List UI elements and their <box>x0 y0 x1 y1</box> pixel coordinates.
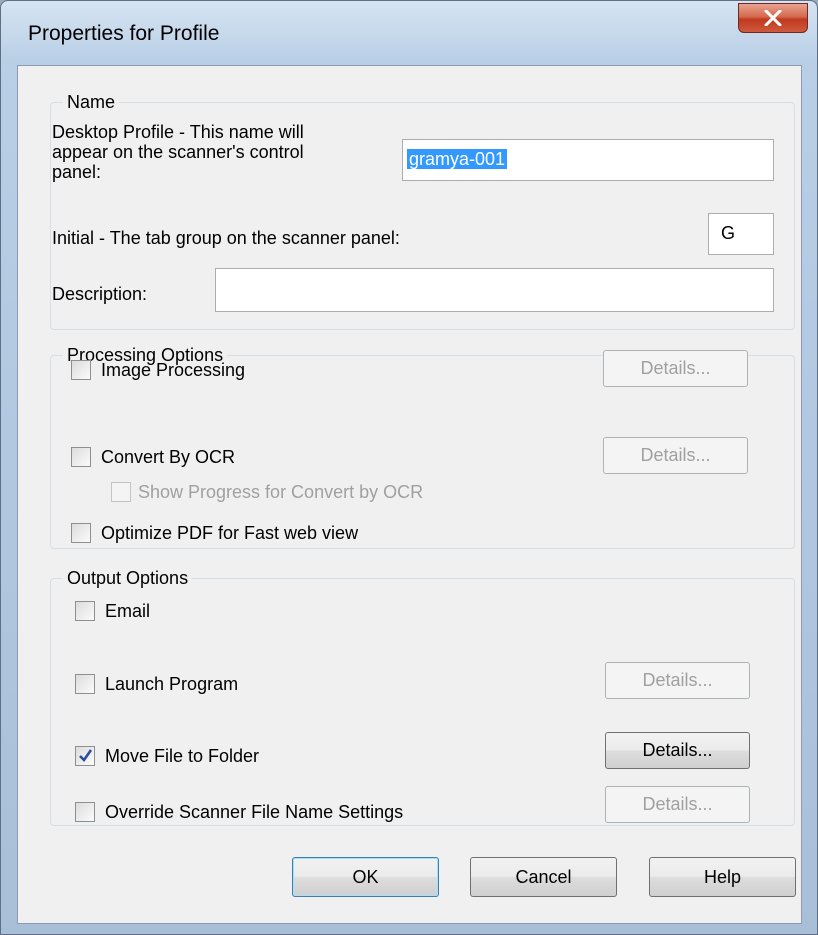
move-file-details-button[interactable]: Details... <box>605 732 750 769</box>
name-group-legend: Name <box>63 92 120 112</box>
initial-input[interactable]: G <box>708 213 774 255</box>
description-input[interactable] <box>215 268 774 312</box>
optimize-pdf-label: Optimize PDF for Fast web view <box>101 523 359 543</box>
checkmark-icon <box>79 749 93 763</box>
ok-button[interactable]: OK <box>292 857 439 897</box>
cancel-button[interactable]: Cancel <box>470 857 617 897</box>
desktop-profile-input[interactable]: gramya-001 <box>402 139 774 181</box>
optimize-pdf-checkbox[interactable] <box>71 523 91 543</box>
show-progress-label: Show Progress for Convert by OCR <box>138 482 424 502</box>
initial-label: Initial - The tab group on the scanner p… <box>52 228 400 248</box>
launch-program-details-button[interactable]: Details... <box>605 662 750 699</box>
window-title: Properties for Profile <box>28 22 220 45</box>
desktop-profile-value: gramya-001 <box>407 149 508 169</box>
override-filename-checkbox[interactable] <box>75 802 95 822</box>
image-processing-checkbox[interactable] <box>71 360 91 380</box>
dialog-client-area: Name Desktop Profile - This name will ap… <box>17 65 802 924</box>
image-processing-details-button[interactable]: Details... <box>603 350 748 387</box>
help-button[interactable]: Help <box>649 857 796 897</box>
show-progress-checkbox[interactable] <box>111 482 131 502</box>
move-file-label: Move File to Folder <box>105 746 260 766</box>
properties-dialog: Properties for Profile Name Desktop Prof… <box>0 0 818 935</box>
launch-program-label: Launch Program <box>105 674 239 694</box>
convert-ocr-label: Convert By OCR <box>101 447 236 467</box>
launch-program-checkbox[interactable] <box>75 674 95 694</box>
close-button[interactable] <box>738 3 808 33</box>
override-filename-details-button[interactable]: Details... <box>605 786 750 823</box>
email-label: Email <box>105 601 151 621</box>
desktop-profile-label-line1: Desktop Profile - This name will <box>52 122 304 142</box>
convert-ocr-checkbox[interactable] <box>71 447 91 467</box>
override-filename-label: Override Scanner File Name Settings <box>105 802 404 822</box>
output-options-legend: Output Options <box>63 568 193 588</box>
description-label: Description: <box>52 284 148 304</box>
image-processing-label: Image Processing <box>101 360 246 380</box>
move-file-checkbox[interactable] <box>75 746 95 766</box>
desktop-profile-label-line3: panel: <box>52 162 102 182</box>
close-icon <box>764 10 782 26</box>
email-checkbox[interactable] <box>75 601 95 621</box>
desktop-profile-label-line2: appear on the scanner's control <box>52 142 304 162</box>
convert-ocr-details-button[interactable]: Details... <box>603 437 748 474</box>
